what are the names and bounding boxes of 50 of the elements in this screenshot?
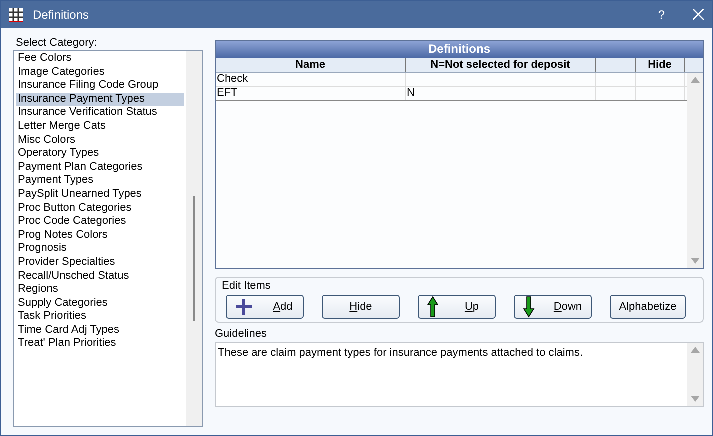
up-button[interactable]: Up	[418, 295, 496, 319]
plus-icon	[235, 298, 253, 316]
grid-title: Definitions	[216, 41, 703, 58]
action-button[interactable]: Alphabetize	[610, 295, 686, 319]
category-item[interactable]: Misc Colors	[16, 134, 184, 148]
add-button[interactable]: Add	[226, 295, 304, 319]
scroll-up-icon[interactable]	[690, 77, 700, 83]
column-header: N=Not selected for deposit	[406, 58, 596, 72]
down-button[interactable]: Down	[514, 295, 592, 319]
guidelines-label: Guidelines	[215, 328, 268, 340]
table-cell: Check	[216, 73, 406, 86]
category-item[interactable]: Image Categories	[16, 66, 184, 80]
scroll-down-icon[interactable]	[690, 258, 700, 264]
category-item[interactable]: Prog Notes Colors	[16, 228, 184, 242]
up-arrow-icon	[427, 296, 439, 318]
help-button[interactable]: ?	[658, 8, 665, 22]
category-item[interactable]: Provider Specialties	[16, 256, 184, 270]
category-item[interactable]: Regions	[16, 283, 184, 297]
table-cell: EFT	[216, 87, 406, 100]
category-item[interactable]: Insurance Payment Types	[16, 92, 184, 106]
table-cell: N	[406, 87, 596, 100]
scroll-up-icon[interactable]	[690, 347, 700, 353]
down-arrow-icon	[523, 296, 535, 318]
category-item[interactable]: Recall/Unsched Status	[16, 270, 184, 284]
column-header: Hide	[636, 58, 685, 72]
category-item[interactable]: Letter Merge Cats	[16, 120, 184, 134]
category-item[interactable]: Payment Types	[16, 174, 184, 188]
category-item[interactable]: Proc Code Categories	[16, 215, 184, 229]
grid-icon	[9, 8, 23, 22]
window-title: Definitions	[33, 8, 90, 22]
action-button[interactable]: Hide	[322, 295, 400, 319]
category-item[interactable]: Prognosis	[16, 242, 184, 256]
guidelines-text: These are claim payment types for insurance payments attached to claims.	[217, 346, 584, 361]
category-item[interactable]: Treat' Plan Priorities	[16, 337, 184, 352]
category-item[interactable]: Insurance Verification Status	[16, 106, 184, 120]
category-item[interactable]: Time Card Adj Types	[16, 324, 184, 338]
category-label: Select Category:	[16, 36, 98, 50]
category-item[interactable]: PaySplit Unearned Types	[16, 188, 184, 202]
category-item[interactable]: Supply Categories	[16, 296, 184, 310]
group-label: Edit Items	[222, 280, 271, 292]
category-item[interactable]: Fee Colors	[16, 52, 184, 66]
scroll-down-icon[interactable]	[690, 396, 700, 402]
column-header: Name	[216, 58, 406, 72]
category-item[interactable]: Task Priorities	[16, 310, 184, 324]
scrollbar[interactable]	[186, 51, 202, 426]
category-item[interactable]: Payment Plan Categories	[16, 160, 184, 174]
category-item[interactable]: Operatory Types	[16, 147, 184, 161]
category-item[interactable]: Proc Button Categories	[16, 202, 184, 216]
close-icon[interactable]	[693, 9, 704, 20]
category-item[interactable]: Insurance Filing Code Group	[16, 79, 184, 93]
